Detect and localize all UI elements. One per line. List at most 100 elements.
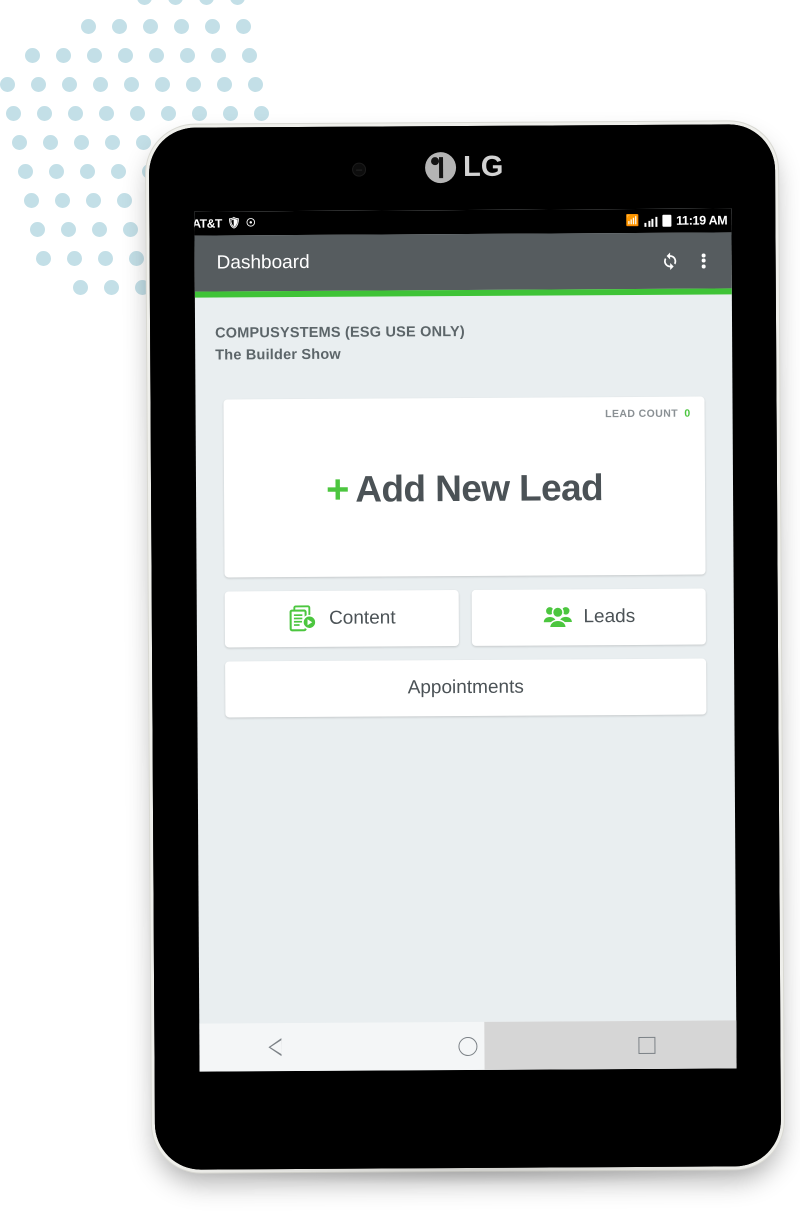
- decorative-dot: [99, 106, 114, 121]
- add-new-lead-button[interactable]: LEAD COUNT 0 + Add New Lead: [223, 396, 706, 577]
- decorative-dot: [143, 19, 158, 34]
- kebab-dot: [701, 258, 706, 263]
- leads-button[interactable]: Leads: [471, 588, 706, 646]
- decorative-dot: [199, 0, 214, 5]
- kebab-dot: [701, 264, 706, 269]
- decorative-dot: [81, 19, 96, 34]
- tile-row: Content Leads: [224, 588, 706, 647]
- organization-label: COMPUSYSTEMS (ESG USE ONLY): [215, 323, 465, 342]
- decorative-dot: [155, 77, 170, 92]
- content-button[interactable]: Content: [224, 589, 459, 647]
- decorative-dot: [117, 193, 132, 208]
- add-lead-label: Add New Lead: [355, 466, 604, 510]
- decorative-dot: [0, 77, 15, 92]
- decorative-dot: [242, 48, 257, 63]
- decorative-dot: [124, 77, 139, 92]
- decorative-dot: [6, 106, 21, 121]
- kebab-dot: [701, 253, 706, 258]
- lead-count-value: 0: [684, 407, 691, 420]
- decorative-dot: [161, 106, 176, 121]
- decorative-dot: [61, 222, 76, 237]
- decorative-dot: [105, 135, 120, 150]
- decorative-dot: [12, 135, 27, 150]
- android-nav-bar: [199, 1020, 737, 1072]
- decorative-dot: [123, 222, 138, 237]
- decorative-dot: [31, 77, 46, 92]
- screenshot-canvas: LG AT&T 🛡 ☉ 📶 11:19 AM Dashboard COMPUSY…: [0, 0, 800, 1212]
- decorative-dot: [168, 0, 183, 5]
- decorative-dot: [62, 77, 77, 92]
- decorative-dot: [104, 280, 119, 295]
- decorative-dot: [223, 106, 238, 121]
- home-circle-icon: [458, 1036, 478, 1056]
- decorative-dot: [68, 106, 83, 121]
- nav-back-button[interactable]: [199, 1023, 378, 1072]
- decorative-dot: [186, 77, 201, 92]
- status-bar-clock: 11:19 AM: [676, 213, 728, 228]
- decorative-dot: [254, 106, 269, 121]
- nav-home-button[interactable]: [378, 1021, 557, 1070]
- plus-icon: +: [325, 467, 350, 512]
- lg-tablet-device: LG AT&T 🛡 ☉ 📶 11:19 AM Dashboard COMPUSY…: [148, 124, 782, 1170]
- content-documents-play-icon: [288, 603, 318, 633]
- event-name-label: The Builder Show: [215, 346, 341, 364]
- signal-bars-icon: [644, 215, 658, 227]
- tablet-bezel: LG AT&T 🛡 ☉ 📶 11:19 AM Dashboard COMPUSY…: [148, 124, 782, 1170]
- device-screen: AT&T 🛡 ☉ 📶 11:19 AM Dashboard COMPUSYSTE…: [194, 208, 737, 1072]
- lead-count: LEAD COUNT 0: [605, 407, 690, 420]
- decorative-dot: [205, 19, 220, 34]
- nav-recents-button[interactable]: [557, 1020, 736, 1069]
- leads-label: Leads: [583, 605, 636, 627]
- decorative-dot: [80, 164, 95, 179]
- carrier-label: AT&T: [194, 216, 222, 231]
- decorative-dot: [55, 193, 70, 208]
- decorative-dot: [67, 251, 82, 266]
- battery-icon: [662, 214, 672, 227]
- page-title: Dashboard: [216, 251, 310, 274]
- app-bar: Dashboard: [194, 232, 732, 292]
- decorative-dot: [49, 164, 64, 179]
- decorative-dot: [236, 19, 251, 34]
- shield-icon: 🛡: [226, 216, 241, 229]
- decorative-dot: [230, 0, 245, 5]
- decorative-dot: [73, 280, 88, 295]
- decorative-dot: [211, 48, 226, 63]
- decorative-dot: [18, 164, 33, 179]
- decorative-dot: [192, 106, 207, 121]
- decorative-dot: [30, 222, 45, 237]
- decorative-dot: [92, 222, 107, 237]
- appointments-label: Appointments: [407, 676, 524, 698]
- wifi-calling-icon: ☉: [245, 216, 256, 229]
- decorative-dot: [137, 0, 152, 5]
- decorative-dot: [149, 48, 164, 63]
- dashboard-cards: LEAD COUNT 0 + Add New Lead Content Lead…: [195, 396, 734, 717]
- recents-square-icon: [638, 1036, 656, 1054]
- decorative-dot: [180, 48, 195, 63]
- camera-dot-icon: [352, 162, 367, 177]
- decorative-dot: [174, 19, 189, 34]
- content-label: Content: [328, 606, 396, 629]
- device-top-bezel: LG: [149, 124, 776, 212]
- decorative-dot: [129, 251, 144, 266]
- decorative-dot: [25, 48, 40, 63]
- decorative-dot: [93, 77, 108, 92]
- lg-brand-logo: LG: [424, 150, 504, 184]
- status-bar-left: AT&T 🛡 ☉: [194, 216, 255, 230]
- status-bar-right: 📶 11:19 AM: [626, 213, 728, 228]
- decorative-dot: [130, 106, 145, 121]
- refresh-icon[interactable]: [650, 241, 690, 281]
- appointments-button[interactable]: Appointments: [225, 658, 707, 717]
- decorative-dot: [43, 135, 58, 150]
- lg-wordmark: LG: [462, 150, 504, 184]
- decorative-dot: [98, 251, 113, 266]
- people-group-icon: [542, 602, 572, 632]
- decorative-dot: [111, 164, 126, 179]
- decorative-dot: [87, 48, 102, 63]
- decorative-dot: [135, 280, 150, 295]
- decorative-dot: [24, 193, 39, 208]
- data-icon: 📶: [625, 214, 640, 227]
- decorative-dot: [74, 135, 89, 150]
- dashboard-content: COMPUSYSTEMS (ESG USE ONLY) The Builder …: [195, 294, 732, 367]
- overflow-menu-icon[interactable]: [690, 240, 718, 280]
- decorative-dot: [37, 106, 52, 121]
